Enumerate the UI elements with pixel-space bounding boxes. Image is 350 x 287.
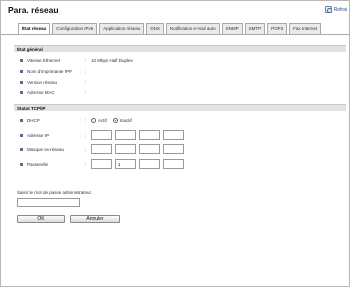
admin-password-input[interactable] (17, 198, 80, 207)
refresh-label: Refrai (333, 6, 347, 13)
gateway-octet-1[interactable] (91, 159, 112, 169)
bullet-icon (20, 59, 23, 62)
cancel-button[interactable]: Annuler (70, 215, 120, 223)
page-title: Para. réseau (8, 5, 59, 15)
bullet-icon (20, 162, 23, 166)
refresh-button[interactable]: Refrai (324, 6, 347, 13)
dhcp-option-off[interactable]: Inactif (112, 118, 132, 123)
tab-email-notification[interactable]: Notification e-mail auto (165, 23, 220, 34)
row-ip-address: Adresse IP : (20, 130, 187, 140)
mask-octet-3[interactable] (139, 144, 160, 154)
tab-snmp[interactable]: SNMP (221, 23, 243, 34)
tab-dns[interactable]: DNS (146, 23, 164, 34)
ip-address-label: Adresse IP (27, 132, 50, 138)
mac-address-label: Adresse MAC (27, 90, 55, 95)
bullet-icon (20, 133, 23, 137)
network-version-label: Version réseau (27, 80, 58, 85)
ipp-printer-name-label: Nom d'imprimante IPP (27, 69, 72, 74)
ip-octet-4[interactable] (163, 130, 184, 140)
mask-octet-2[interactable] (115, 144, 136, 154)
row-subnet-mask: Masque ss-réseau : (20, 144, 187, 154)
mask-octet-1[interactable] (91, 144, 112, 154)
ip-octet-2[interactable] (115, 130, 136, 140)
bullet-icon (20, 81, 23, 84)
tab-internet-fax[interactable]: Fax Internet (289, 23, 322, 34)
tab-network-application[interactable]: Application réseau (99, 23, 145, 34)
gateway-octet-3[interactable] (139, 159, 160, 169)
dhcp-off-radio[interactable] (112, 118, 118, 123)
section-general-heading: État général (14, 45, 346, 52)
row-network-version: Version réseau : (20, 79, 91, 86)
gateway-label: Passerelle (27, 161, 49, 167)
dhcp-off-label: Inactif (119, 118, 132, 123)
tab-smtp[interactable]: SMTP (244, 23, 266, 34)
row-ipp-printer-name: Nom d'imprimante IPP : (20, 68, 91, 75)
bullet-icon (20, 147, 23, 151)
settings-window: Para. réseau Refrai État réseau Configur… (0, 0, 350, 287)
dhcp-on-radio[interactable] (91, 118, 96, 123)
gateway-octet-4[interactable] (163, 159, 184, 169)
ethernet-speed-label: Vitesse Ethernet (27, 58, 60, 63)
row-ethernet-speed: Vitesse Ethernet : 10 Mbps Half Duplex (20, 57, 133, 64)
gateway-octet-2[interactable] (115, 159, 136, 169)
refresh-icon (324, 6, 332, 13)
row-gateway: Passerelle : (20, 159, 187, 169)
subnet-mask-label: Masque ss-réseau (27, 146, 65, 152)
tab-divider (1, 34, 349, 35)
ethernet-speed-value: 10 Mbps Half Duplex (91, 58, 133, 63)
tab-ipv6-config[interactable]: Configuration IPv6 (52, 23, 98, 34)
bullet-icon (20, 70, 23, 73)
dhcp-label: DHCP (27, 118, 40, 123)
ip-octet-1[interactable] (91, 130, 112, 140)
tab-pop3[interactable]: POP3 (267, 23, 288, 34)
row-dhcp: DHCP : Actif Inactif (20, 117, 138, 124)
bullet-icon (20, 91, 23, 94)
section-tcpip-heading: Statut TCP/IP (14, 104, 346, 111)
dhcp-option-on[interactable]: Actif (91, 118, 107, 123)
dhcp-on-label: Actif (98, 118, 107, 123)
mask-octet-4[interactable] (163, 144, 184, 154)
ok-button[interactable]: OK (17, 215, 65, 223)
admin-password-label: Saisir le mot de passe administrateur. (17, 190, 93, 195)
row-mac-address: Adresse MAC : (20, 89, 91, 96)
ip-octet-3[interactable] (139, 130, 160, 140)
bullet-icon (20, 119, 23, 122)
